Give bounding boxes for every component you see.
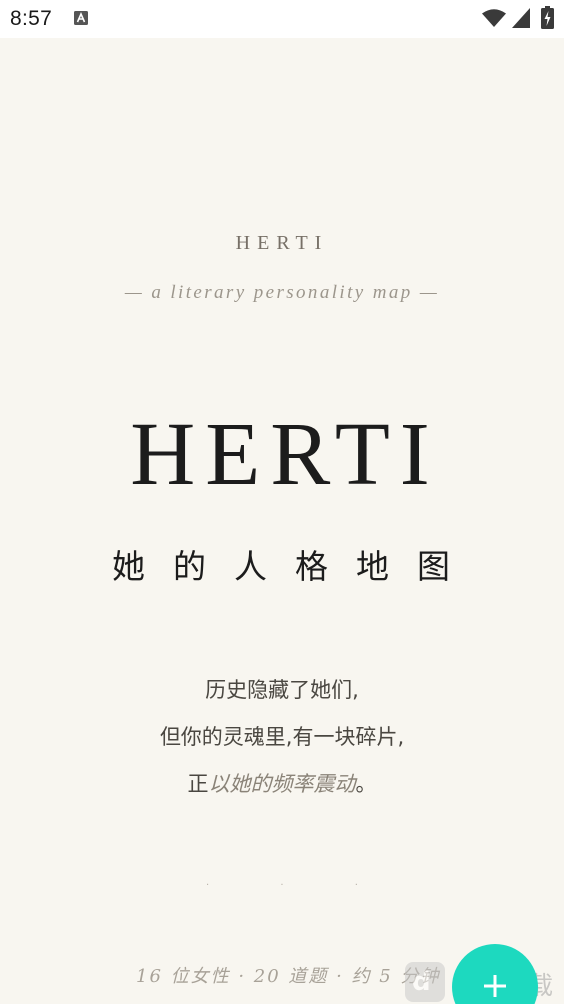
add-button[interactable] — [452, 944, 538, 1004]
watermark-logo-mark: d — [412, 967, 431, 997]
poem: 历史隐藏了她们, 但你的灵魂里,有一块碎片, 正以她的频率震动。 — [0, 672, 564, 813]
status-time: 8:57 — [10, 7, 53, 30]
brand-large-title: HERTI — [130, 405, 440, 504]
plus-icon — [484, 975, 506, 997]
poem-line-3: 正以她的频率震动。 — [0, 766, 564, 813]
wifi-icon — [482, 9, 506, 27]
status-bar: 8:57 — [0, 0, 564, 38]
footer-meta: 16 位女性 · 20 道题 · 约 5 分钟 — [136, 966, 441, 987]
poem-line-2: 但你的灵魂里,有一块碎片, — [159, 725, 405, 749]
watermark-logo-icon: d — [405, 962, 445, 1002]
poem-line-3-accent: 以她的频率震动 — [208, 772, 356, 796]
signal-icon — [512, 8, 530, 28]
battery-icon — [541, 6, 554, 29]
poem-line-3-prefix: 正 — [187, 772, 209, 796]
brand-small-title: HERTI — [235, 232, 329, 254]
notification-a-icon — [74, 11, 88, 25]
page-indicator-dots: · · · — [206, 880, 392, 891]
tagline: — a literary personality map — — [124, 282, 440, 303]
poem-line-1: 历史隐藏了她们, — [205, 678, 359, 702]
poem-line-3-suffix: 。 — [355, 772, 377, 796]
subtitle: 她的人格地图 — [112, 547, 478, 586]
